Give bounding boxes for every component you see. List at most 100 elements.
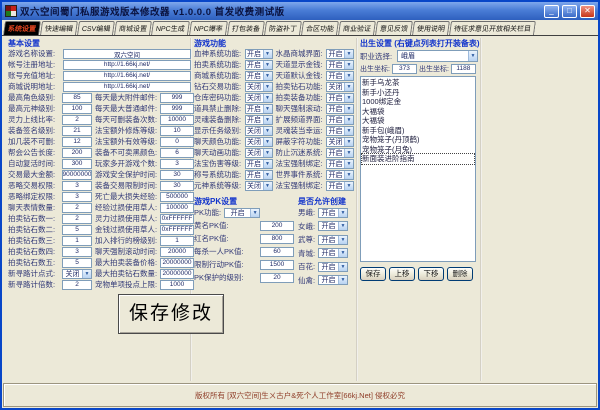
text-input[interactable]: 2 (62, 203, 92, 213)
list-item[interactable]: 新手包(峨眉) (362, 126, 474, 136)
text-input[interactable]: 2 (62, 214, 92, 224)
chevron-down-icon[interactable]: ▼ (82, 270, 91, 278)
chevron-down-icon[interactable]: ▼ (338, 236, 347, 244)
text-input[interactable]: 300 (62, 159, 92, 169)
toggle-select[interactable]: 开启 ▼ (245, 60, 273, 70)
toggle-select[interactable]: 开启 ▼ (318, 208, 348, 218)
chevron-down-icon[interactable]: ▼ (263, 83, 272, 91)
text-input[interactable]: 200 (62, 148, 92, 158)
list-item[interactable]: 宠物笼子(月兔) (362, 145, 474, 155)
chevron-down-icon[interactable]: ▼ (263, 149, 272, 157)
list-item[interactable]: 1000绑定金 (362, 97, 474, 107)
chevron-down-icon[interactable]: ▼ (263, 138, 272, 146)
toggle-select[interactable]: 关闭 ▼ (245, 82, 273, 92)
coord-y-input[interactable]: 1188 (451, 64, 476, 74)
tab[interactable]: 待征求意见开放相关栏目 (449, 21, 536, 35)
birth-items-listbox[interactable]: 新手乌龙茶新手小还丹1000绑定金大福袋大福袋新手包(峨眉)宠物笼子(丹顶鹤)宠… (360, 76, 476, 262)
toggle-select[interactable]: 关闭 ▼ (245, 137, 273, 147)
toggle-select[interactable]: 开启 ▼ (245, 115, 273, 125)
tab[interactable]: 使用说明 (412, 21, 450, 35)
tab[interactable]: 快速编辑 (40, 21, 78, 35)
delete-button[interactable]: 删除 (447, 267, 473, 281)
text-input[interactable]: 200 (260, 221, 294, 231)
chevron-down-icon[interactable]: ▼ (344, 61, 353, 69)
toggle-select[interactable]: 关闭 ▼ (245, 181, 273, 191)
chevron-down-icon[interactable]: ▼ (344, 50, 353, 58)
text-input[interactable]: 5 (62, 225, 92, 235)
chevron-down-icon[interactable]: ▼ (263, 105, 272, 113)
maximize-button[interactable]: □ (562, 5, 577, 18)
tab[interactable]: CSV编辑 (77, 21, 115, 35)
toggle-select[interactable]: 关闭 ▼ (245, 126, 273, 136)
toggle-select[interactable]: 开启 ▼ (245, 104, 273, 114)
toggle-select[interactable]: 开启 ▼ (318, 221, 348, 231)
toggle-select[interactable]: 开启 ▼ (326, 49, 354, 59)
text-input[interactable]: 6 (160, 148, 194, 158)
toggle-select[interactable]: 开启 ▼ (245, 170, 273, 180)
text-input[interactable]: 20000000 (160, 258, 194, 268)
class-select[interactable]: 峨眉 ▼ (397, 50, 478, 62)
chevron-down-icon[interactable]: ▼ (263, 61, 272, 69)
toggle-select[interactable]: 开启 ▼ (224, 208, 260, 218)
chevron-down-icon[interactable]: ▼ (263, 50, 272, 58)
text-input[interactable]: 60 (260, 247, 294, 257)
toggle-select[interactable]: 开启 ▼ (326, 93, 354, 103)
text-input[interactable]: http://1.66kj.net/ (63, 60, 191, 70)
chevron-down-icon[interactable]: ▼ (338, 263, 347, 271)
toggle-select[interactable]: 开启 ▼ (245, 159, 273, 169)
chevron-down-icon[interactable]: ▼ (344, 72, 353, 80)
tab[interactable]: NPC爆率 (189, 21, 228, 35)
chevron-down-icon[interactable]: ▼ (344, 94, 353, 102)
text-input[interactable]: 100 (62, 104, 92, 114)
list-item[interactable]: 新手乌龙茶 (362, 78, 474, 88)
chevron-down-icon[interactable]: ▼ (344, 83, 353, 91)
tab[interactable]: 合区功能 (301, 21, 339, 35)
minimize-button[interactable]: _ (544, 5, 559, 18)
text-input[interactable]: 3 (62, 181, 92, 191)
toggle-select[interactable]: 开启 ▼ (326, 181, 354, 191)
text-input[interactable]: 90000000 (62, 170, 92, 180)
text-input[interactable]: 10000 (160, 115, 194, 125)
toggle-select[interactable]: 开启 ▼ (326, 126, 354, 136)
chevron-down-icon[interactable]: ▼ (344, 171, 353, 179)
chevron-down-icon[interactable]: ▼ (263, 171, 272, 179)
text-input[interactable]: 0xFFFFFF (160, 225, 194, 235)
chevron-down-icon[interactable]: ▼ (344, 105, 353, 113)
move-up-button[interactable]: 上移 (389, 267, 415, 281)
tab[interactable]: NPC生成 (151, 21, 190, 35)
titlebar[interactable]: 双六空间蜀门私服游戏版本修改器 v1.0.0.0 首发收费测试版 _ □ ✕ (2, 2, 598, 20)
tab[interactable]: 防盗补丁 (264, 21, 302, 35)
toggle-select[interactable]: 开启 ▼ (326, 148, 354, 158)
chevron-down-icon[interactable]: ▼ (263, 116, 272, 124)
chevron-down-icon[interactable]: ▼ (338, 276, 347, 284)
toggle-select[interactable]: 关闭 ▼ (326, 137, 354, 147)
tab[interactable]: 意见反馈 (375, 21, 413, 35)
tab[interactable]: 系统设置 (3, 21, 41, 35)
text-input[interactable]: 12 (62, 137, 92, 147)
text-input[interactable]: 30 (160, 181, 194, 191)
text-input[interactable]: 2 (62, 115, 92, 125)
move-down-button[interactable]: 下移 (418, 267, 444, 281)
toggle-select[interactable]: 开启 ▼ (326, 71, 354, 81)
text-input[interactable]: 3 (62, 192, 92, 202)
chevron-down-icon[interactable]: ▼ (344, 127, 353, 135)
chevron-down-icon[interactable]: ▼ (344, 149, 353, 157)
text-input[interactable]: http://1.66kj.net/ (63, 82, 191, 92)
chevron-down-icon[interactable]: ▼ (338, 222, 347, 230)
toggle-select[interactable]: 关闭 ▼ (326, 82, 354, 92)
text-input[interactable]: 500000 (160, 192, 194, 202)
chevron-down-icon[interactable]: ▼ (338, 209, 347, 217)
text-input[interactable]: 10 (160, 126, 194, 136)
text-input[interactable]: 3 (160, 159, 194, 169)
text-input[interactable]: 5 (62, 258, 92, 268)
toggle-select[interactable]: 开启 ▼ (326, 170, 354, 180)
chevron-down-icon[interactable]: ▼ (344, 182, 353, 190)
coord-x-input[interactable]: 373 (392, 64, 417, 74)
toggle-select[interactable]: 开启 ▼ (318, 275, 348, 285)
list-item[interactable]: 宠物笼子(丹顶鹤) (362, 135, 474, 145)
toggle-select[interactable]: 开启 ▼ (245, 49, 273, 59)
text-input[interactable]: 1 (160, 236, 194, 246)
tab[interactable]: 商城设置 (114, 21, 152, 35)
toggle-select[interactable]: 关闭 ▼ (62, 269, 92, 279)
chevron-down-icon[interactable]: ▼ (250, 209, 259, 217)
